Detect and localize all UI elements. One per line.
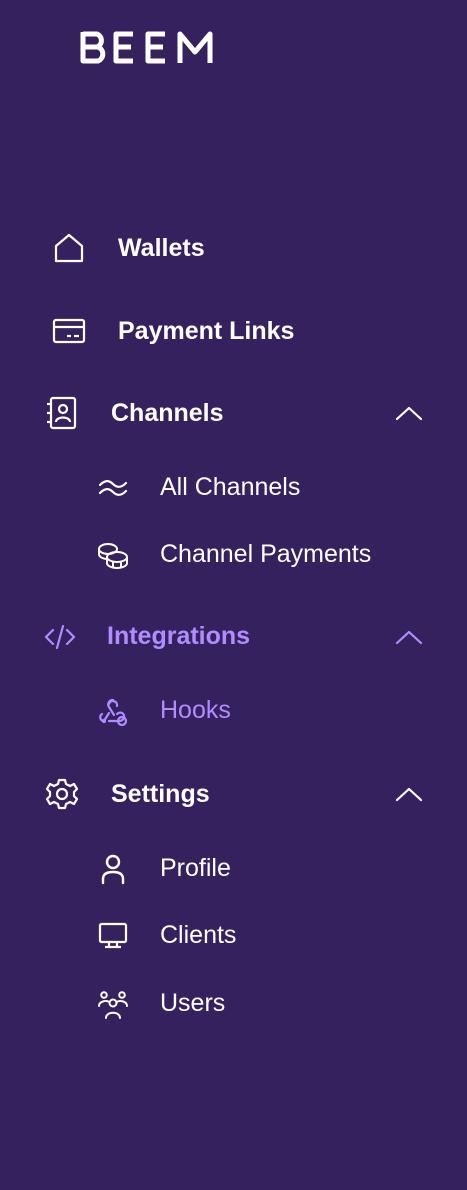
nav-item-payment-links[interactable]: Payment Links xyxy=(0,311,467,351)
nav-item-users[interactable]: Users xyxy=(0,986,467,1022)
nav-item-all-channels[interactable]: All Channels xyxy=(0,470,467,506)
card-icon xyxy=(52,317,86,345)
nav-label-users: Users xyxy=(160,989,226,1017)
nav-item-clients[interactable]: Clients xyxy=(0,918,467,954)
nav-label-channel-payments: Channel Payments xyxy=(160,540,372,568)
gear-icon xyxy=(45,777,79,811)
chevron-up-icon[interactable] xyxy=(395,786,423,802)
nav-label-clients: Clients xyxy=(160,921,237,949)
nav-label-hooks: Hooks xyxy=(160,696,231,724)
beem-logo[interactable] xyxy=(80,28,214,66)
nav-item-wallets[interactable]: Wallets xyxy=(0,228,467,268)
beem-logo-mark xyxy=(80,31,213,64)
monitor-icon xyxy=(98,922,128,950)
nav-label-profile: Profile xyxy=(160,854,231,882)
nav-label-integrations: Integrations xyxy=(107,622,251,650)
nav-label-wallets: Wallets xyxy=(118,234,205,262)
webhook-icon xyxy=(97,696,129,726)
chevron-up-icon[interactable] xyxy=(395,405,423,421)
sidebar: Wallets Payment Links Channels All Chann… xyxy=(0,0,467,1190)
nav-item-profile[interactable]: Profile xyxy=(0,851,467,887)
users-icon xyxy=(97,989,129,1019)
nav-item-channel-payments[interactable]: Channel Payments xyxy=(0,537,467,573)
nav-label-payment-links: Payment Links xyxy=(118,317,295,345)
nav-item-channels[interactable]: Channels xyxy=(0,393,467,433)
chevron-up-icon[interactable] xyxy=(395,629,423,645)
home-icon xyxy=(53,232,85,264)
nav-item-integrations[interactable]: Integrations xyxy=(0,617,467,657)
nav-label-channels: Channels xyxy=(111,399,224,427)
user-icon xyxy=(100,853,126,885)
waves-icon xyxy=(98,476,128,500)
nav-item-hooks[interactable]: Hooks xyxy=(0,693,467,729)
nav-label-settings: Settings xyxy=(111,780,210,808)
coins-icon xyxy=(96,540,130,570)
code-icon xyxy=(44,623,76,651)
contact-book-icon xyxy=(44,396,78,430)
nav-item-settings[interactable]: Settings xyxy=(0,774,467,814)
nav-label-all-channels: All Channels xyxy=(160,473,301,501)
